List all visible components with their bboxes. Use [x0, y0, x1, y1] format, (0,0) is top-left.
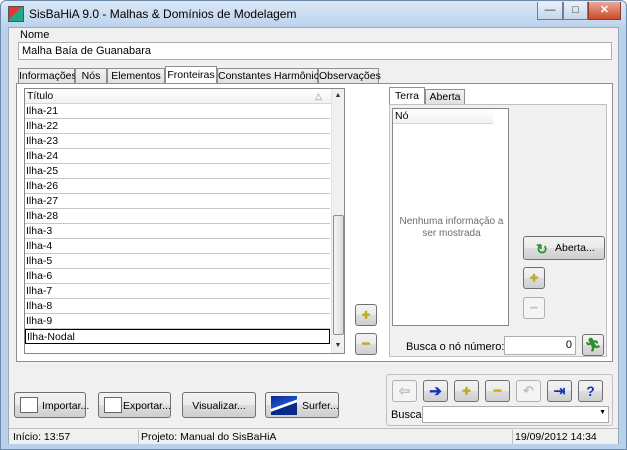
sub-tabs: Terra Aberta	[389, 87, 469, 105]
help-button[interactable]: ?	[578, 380, 603, 402]
maximize-button[interactable]: □	[563, 2, 588, 20]
refresh-icon: ↻	[536, 241, 548, 257]
app-window: SisBaHiA 9.0 - Malhas & Domínios de Mode…	[0, 0, 627, 450]
surfer-label: Surfer...	[302, 400, 339, 412]
status-datetime: 19/09/2012 14:34	[515, 431, 597, 443]
main-tabs: Informações Nós Elementos Fronteiras Con…	[18, 66, 381, 84]
surfer-icon	[271, 396, 297, 415]
arrow-right-icon: ➔	[429, 383, 442, 400]
terra-panel: Nó Nenhuma informação a ser mostrada ↻ A…	[389, 104, 607, 357]
help-icon: ?	[586, 383, 595, 399]
list-item[interactable]: Ilha-3	[25, 224, 330, 239]
node-list[interactable]: Nó Nenhuma informação a ser mostrada	[392, 108, 509, 326]
main-client-area: Nome Malha Baía de Guanabara Informações…	[8, 27, 619, 444]
status-bar: Início: 13:57 Projeto: Manual do SisBaHi…	[9, 428, 618, 444]
tab-constantes-harmonicas[interactable]: Constantes Harmônicas	[217, 68, 330, 84]
list-header[interactable]: Título △	[25, 89, 344, 104]
list-item[interactable]: Ilha-28	[25, 209, 330, 224]
remove-node-button[interactable]: −	[523, 297, 545, 319]
plus-icon: +	[361, 306, 371, 324]
chevron-down-icon: ▼	[599, 409, 606, 416]
list-scrollbar[interactable]: ▲ ▼	[331, 89, 344, 353]
minus-icon: −	[361, 335, 371, 353]
sort-up-icon: △	[315, 91, 322, 101]
search-combo[interactable]: ▼	[422, 406, 609, 423]
list-item[interactable]: Ilha-7	[25, 284, 330, 299]
nav-add-button[interactable]: +	[454, 380, 479, 402]
exit-button[interactable]: ⇥	[547, 380, 572, 402]
window-title: SisBaHiA 9.0 - Malhas & Domínios de Mode…	[29, 7, 297, 21]
tab-aberta[interactable]: Aberta	[425, 89, 465, 105]
search-node-input[interactable]: 0	[504, 336, 576, 355]
tab-fronteiras[interactable]: Fronteiras	[165, 66, 217, 83]
view-label: Visualizar...	[192, 400, 246, 412]
list-item[interactable]: Ilha-21	[25, 104, 330, 119]
name-label: Nome	[20, 29, 50, 41]
list-item[interactable]: Ilha-27	[25, 194, 330, 209]
minus-icon: −	[493, 382, 502, 400]
export-button[interactable]: Exportar...	[98, 392, 171, 418]
import-icon	[20, 397, 38, 413]
scroll-thumb[interactable]	[333, 215, 344, 335]
tab-nos[interactable]: Nós	[75, 68, 107, 84]
export-icon	[104, 397, 122, 413]
minimize-button[interactable]: —	[537, 2, 563, 20]
undo-icon: ↶	[523, 383, 534, 398]
plus-icon: +	[529, 269, 539, 287]
status-project: Projeto: Manual do SisBaHiA	[139, 430, 513, 444]
app-logo-icon	[8, 6, 24, 22]
plus-icon: +	[462, 382, 471, 400]
back-button[interactable]: ⇦	[392, 380, 417, 402]
name-input[interactable]: Malha Baía de Guanabara	[18, 42, 612, 60]
add-node-button[interactable]: +	[523, 267, 545, 289]
list-item[interactable]: Ilha-5	[25, 254, 330, 269]
navigation-toolbar: ⇦ ➔ + − ↶ ⇥ ? Busca: ▼	[386, 374, 613, 426]
list-item[interactable]: Ilha-9	[25, 314, 330, 329]
nav-remove-button[interactable]: −	[485, 380, 510, 402]
import-button[interactable]: Importar...	[14, 392, 90, 418]
import-label: Importar...	[42, 400, 90, 412]
list-item[interactable]: Ilha-22	[25, 119, 330, 134]
list-item[interactable]: Ilha-26	[25, 179, 330, 194]
running-man-icon: 🏃︎	[584, 337, 602, 352]
minus-icon: −	[529, 299, 539, 317]
tab-observacoes[interactable]: Observações	[318, 68, 381, 84]
aberta-label: Aberta...	[555, 242, 595, 254]
undo-button[interactable]: ↶	[516, 380, 541, 402]
search-label: Busca:	[391, 409, 425, 421]
list-item[interactable]: Ilha-4	[25, 239, 330, 254]
list-item[interactable]: Ilha-23	[25, 134, 330, 149]
scroll-down-icon[interactable]: ▼	[332, 339, 344, 352]
tab-terra[interactable]: Terra	[389, 87, 425, 104]
aberta-button[interactable]: ↻ Aberta...	[523, 236, 605, 260]
view-button[interactable]: Visualizar...	[182, 392, 256, 418]
add-boundary-button[interactable]: +	[355, 304, 377, 326]
arrow-left-icon: ⇦	[398, 382, 411, 399]
forward-button[interactable]: ➔	[423, 380, 448, 402]
export-label: Exportar...	[123, 400, 171, 412]
scroll-up-icon[interactable]: ▲	[332, 89, 344, 102]
empty-message: Nenhuma informação a ser mostrada	[399, 216, 504, 239]
column-titulo: Título	[27, 90, 54, 102]
tab-elementos[interactable]: Elementos	[107, 68, 165, 84]
remove-boundary-button[interactable]: −	[355, 333, 377, 355]
list-item[interactable]: Ilha-8	[25, 299, 330, 314]
boundary-list[interactable]: Título △ Ilha-21 Ilha-22 Ilha-23 Ilha-24…	[24, 88, 345, 354]
title-bar[interactable]: SisBaHiA 9.0 - Malhas & Domínios de Mode…	[1, 1, 626, 27]
list-item-selected[interactable]: Ilha-Nodal	[25, 329, 330, 344]
surfer-button[interactable]: Surfer...	[265, 392, 339, 418]
close-button[interactable]: ✕	[588, 2, 621, 20]
tab-informacoes[interactable]: Informações	[18, 68, 77, 84]
node-list-header[interactable]: Nó	[393, 109, 493, 124]
exit-door-icon: ⇥	[553, 382, 566, 399]
list-item[interactable]: Ilha-25	[25, 164, 330, 179]
list-item[interactable]: Ilha-24	[25, 149, 330, 164]
go-node-button[interactable]: 🏃︎	[582, 334, 604, 356]
search-node-label: Busca o nó número:	[406, 341, 505, 353]
status-start-time: Início: 13:57	[11, 430, 139, 444]
fronteiras-panel: Título △ Ilha-21 Ilha-22 Ilha-23 Ilha-24…	[16, 83, 613, 362]
list-item[interactable]: Ilha-6	[25, 269, 330, 284]
